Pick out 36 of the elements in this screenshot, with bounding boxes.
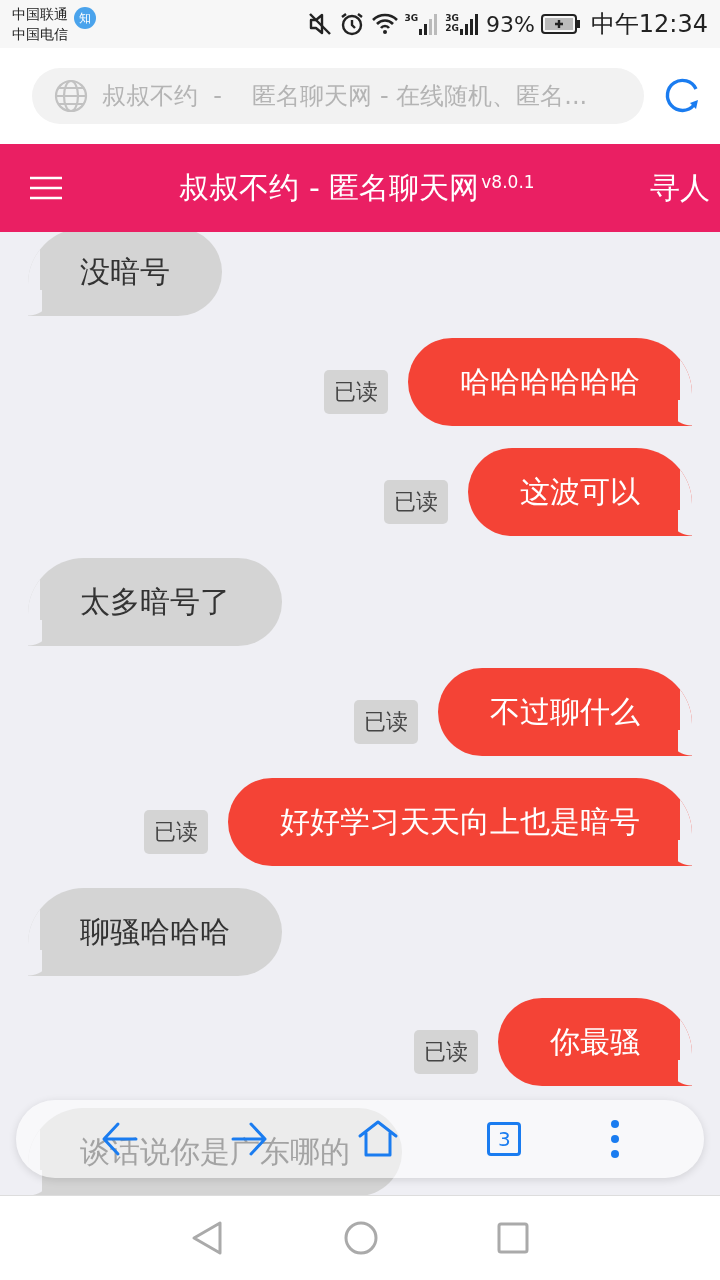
wifi-icon bbox=[370, 12, 399, 36]
received-message-bubble: 没暗号 bbox=[28, 232, 222, 316]
battery-icon bbox=[540, 13, 581, 35]
back-nav-icon[interactable] bbox=[191, 1220, 225, 1256]
mute-icon bbox=[306, 11, 333, 37]
received-message-bubble: 太多暗号了 bbox=[28, 558, 282, 646]
recents-nav-icon[interactable] bbox=[497, 1222, 529, 1254]
notification-badge: 知 bbox=[74, 7, 96, 29]
read-receipt: 已读 bbox=[324, 370, 388, 414]
battery-percent: 93% bbox=[485, 11, 535, 37]
sent-message-bubble: 不过聊什么 bbox=[438, 668, 692, 756]
read-receipt: 已读 bbox=[414, 1030, 478, 1074]
home-button[interactable] bbox=[356, 1119, 399, 1159]
sent-message-bubble: 你最骚 bbox=[498, 998, 692, 1086]
sent-message-bubble: 好好学习天天向上也是暗号 bbox=[228, 778, 692, 866]
signal-icon bbox=[459, 13, 480, 35]
sent-message-bubble: 这波可以 bbox=[468, 448, 692, 536]
network-type: 3G bbox=[445, 13, 459, 23]
clock: 中午12:34 bbox=[590, 9, 708, 40]
received-message-bubble: 聊骚哈哈哈 bbox=[28, 888, 282, 976]
read-receipt: 已读 bbox=[384, 480, 448, 524]
page-title: 叔叔不约 - 匿名聊天网$^{v8.0.1}$ bbox=[178, 168, 536, 207]
network-type: 2G bbox=[445, 23, 459, 33]
carrier-name: 中国电信 bbox=[12, 25, 68, 44]
globe-icon bbox=[54, 79, 88, 113]
more-button[interactable] bbox=[609, 1120, 620, 1158]
tabs-button[interactable]: 3 bbox=[487, 1122, 522, 1156]
sent-message-bubble: 哈哈哈哈哈哈 bbox=[408, 338, 692, 426]
signal-icon bbox=[419, 13, 440, 35]
find-people-button[interactable]: 寻人 bbox=[650, 167, 710, 209]
home-nav-icon[interactable] bbox=[343, 1220, 379, 1256]
menu-icon[interactable] bbox=[28, 175, 64, 201]
carrier-name: 中国联通 bbox=[12, 5, 68, 24]
network-type: 3G bbox=[404, 13, 419, 23]
read-receipt: 已读 bbox=[354, 700, 418, 744]
read-receipt: 已读 bbox=[144, 810, 208, 854]
